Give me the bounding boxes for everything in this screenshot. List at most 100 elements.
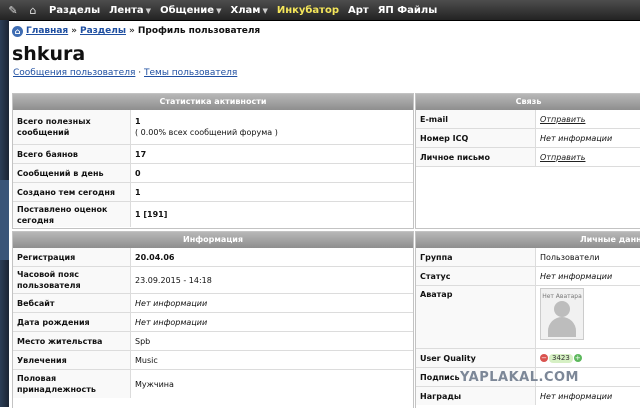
personal-key: User Quality	[416, 349, 536, 367]
pin-icon[interactable]: ✎	[6, 3, 20, 17]
contact-value-wrap: Отправить	[536, 110, 640, 128]
info-value: Spb	[135, 336, 151, 346]
stats-value: 1	[135, 187, 141, 197]
personal-row: Статус Нет информации	[416, 267, 640, 286]
quality-cell: − 3423 +	[536, 349, 640, 367]
contact-row: Личное письмо Отправить	[416, 148, 640, 167]
contact-row: Номер ICQ Нет информации	[416, 129, 640, 148]
avatar-cell: Нет Аватара	[536, 286, 640, 348]
stats-percent: ( 0.00% всех сообщений форума )	[135, 128, 278, 137]
stats-key: Сообщений в день	[13, 164, 131, 182]
info-value: Мужчина	[135, 379, 174, 389]
info-key: Место жительства	[13, 332, 131, 350]
nav-files[interactable]: ЯП Файлы	[378, 5, 438, 16]
nav-feed[interactable]: Лента ▼	[109, 5, 151, 16]
page-title: shkura	[12, 43, 86, 65]
info-panel: Информация Регистрация 20.04.06 Часовой …	[12, 231, 414, 408]
contact-panel-title: Связь	[416, 94, 640, 110]
link-separator: ·	[138, 68, 142, 78]
info-key: Регистрация	[13, 248, 131, 266]
nav-junk[interactable]: Хлам ▼	[230, 5, 267, 16]
info-row: Дата рождения Нет информации	[13, 313, 413, 332]
breadcrumb-home-link[interactable]: Главная	[26, 26, 68, 36]
stats-value: 1	[135, 117, 141, 126]
info-value: 20.04.06	[135, 252, 175, 262]
home-icon: ⌂	[12, 26, 23, 37]
info-key: Половая принадлежность	[13, 370, 131, 398]
breadcrumb-current: Профиль пользователя	[137, 26, 261, 36]
info-key: Дата рождения	[13, 313, 131, 331]
breadcrumb-separator: »	[71, 26, 77, 36]
personal-row: Группа Пользователи	[416, 248, 640, 267]
contact-key: Номер ICQ	[416, 129, 536, 147]
info-key: Часовой пояс пользователя	[13, 267, 131, 293]
stats-row: Всего баянов 17	[13, 145, 413, 164]
info-panel-title: Информация	[13, 232, 413, 248]
personal-row: Награды Нет информации	[416, 387, 640, 405]
personal-value: Пользователи	[540, 252, 600, 262]
breadcrumb-separator: »	[129, 26, 135, 36]
send-pm-link[interactable]: Отправить	[540, 152, 637, 163]
user-posts-link[interactable]: Сообщения пользователя	[13, 68, 135, 78]
info-row: Часовой пояс пользователя 23.09.2015 - 1…	[13, 267, 413, 294]
contact-value-wrap: Отправить	[536, 148, 640, 166]
contact-panel: Связь E-mail Отправить Номер ICQ Нет инф…	[415, 93, 640, 229]
stats-value: 1 [191]	[135, 210, 168, 219]
nav-incubator[interactable]: Инкубатор	[277, 5, 339, 16]
nav-sections[interactable]: Разделы	[49, 5, 100, 16]
top-nav-bar: ✎ ⌂ Разделы Лента ▼ Общение ▼ Хлам ▼ Инкуба…	[0, 0, 640, 21]
stats-key: Создано тем сегодня	[13, 183, 131, 201]
avatar-placeholder-icon	[554, 301, 570, 317]
nav-communication[interactable]: Общение ▼	[160, 5, 221, 16]
stats-value: 17	[135, 149, 147, 159]
avatar-placeholder-body	[548, 317, 576, 337]
breadcrumb: ⌂ Главная» Разделы» Профиль пользователя	[12, 26, 260, 37]
contact-key: Личное письмо	[416, 148, 536, 166]
personal-key: Группа	[416, 248, 536, 266]
personal-value: Нет информации	[540, 391, 613, 401]
breadcrumb-sections-link[interactable]: Разделы	[80, 26, 126, 36]
info-key: Вебсайт	[13, 294, 131, 312]
avatar: Нет Аватара	[540, 288, 584, 340]
contact-key: E-mail	[416, 110, 536, 128]
personal-value: Нет информации	[540, 271, 613, 281]
stats-value-wrap: 1 ( 0.00% всех сообщений форума )	[131, 110, 413, 144]
nav-art[interactable]: Арт	[348, 5, 369, 16]
personal-row: Аватар Нет Аватара	[416, 286, 640, 349]
rate-up-button[interactable]: +	[573, 354, 582, 362]
user-topics-link[interactable]: Темы пользователя	[144, 68, 237, 78]
info-row: Регистрация 20.04.06	[13, 248, 413, 267]
personal-row: User Quality − 3423 +	[416, 349, 640, 368]
info-row: Место жительства Spb	[13, 332, 413, 351]
stats-key: Всего полезных сообщений	[13, 110, 131, 144]
personal-key: Награды	[416, 387, 536, 405]
info-value: Music	[135, 355, 158, 365]
stats-panel-title: Статистика активности	[13, 94, 413, 110]
stats-key: Всего баянов	[13, 145, 131, 163]
info-key: Увлечения	[13, 351, 131, 369]
info-value: Нет информации	[135, 298, 208, 308]
stats-row: Сообщений в день 0	[13, 164, 413, 183]
stats-key: Поставлено оценок сегодня	[13, 202, 131, 227]
personal-key: Аватар	[416, 286, 536, 348]
stats-row: Поставлено оценок сегодня 1 [191]	[13, 202, 413, 227]
chevron-down-icon: ▼	[216, 6, 222, 15]
info-value: 23.09.2015 - 14:18	[135, 275, 212, 285]
chevron-down-icon: ▼	[262, 6, 268, 15]
stats-row: Всего полезных сообщений 1 ( 0.00% всех с…	[13, 110, 413, 145]
background-strip	[0, 20, 9, 407]
send-email-link[interactable]: Отправить	[540, 114, 637, 125]
rate-down-button[interactable]: −	[540, 354, 548, 362]
stats-value: 0	[135, 168, 141, 178]
personal-key: Статус	[416, 267, 536, 285]
info-row: Увлечения Music	[13, 351, 413, 370]
site-watermark: YAPLAKAL.COM	[460, 370, 579, 385]
info-row: Вебсайт Нет информации	[13, 294, 413, 313]
chevron-down-icon: ▼	[145, 6, 152, 15]
stats-panel: Статистика активности Всего полезных соо…	[12, 93, 414, 229]
stats-row: Создано тем сегодня 1	[13, 183, 413, 202]
personal-panel-title: Личные данные	[416, 232, 640, 248]
quality-widget: − 3423 +	[540, 353, 637, 363]
home-icon[interactable]: ⌂	[26, 3, 40, 17]
quality-score: 3423	[549, 353, 573, 363]
